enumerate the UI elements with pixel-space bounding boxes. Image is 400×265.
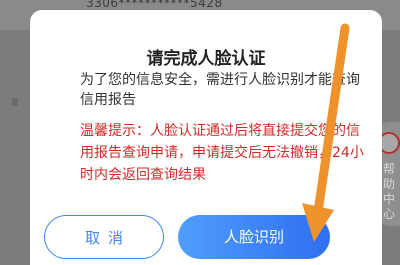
- help-center-label: 帮助中心: [383, 162, 396, 221]
- face-recognition-button[interactable]: 人脸识别: [178, 215, 330, 259]
- account-number: 3306***********5428: [86, 0, 223, 10]
- background-marker: [12, 98, 18, 106]
- dialog-title: 请完成人脸认证: [146, 49, 266, 69]
- dialog-description: 为了您的信息安全，需进行人脸识别才能查询信用报告: [80, 72, 360, 108]
- dialog-warning: 温馨提示：人脸认证通过后将直接提交您的信用报告查询申请，申请提交后无法撤销，24…: [80, 123, 364, 183]
- cancel-button[interactable]: 取消: [44, 215, 164, 259]
